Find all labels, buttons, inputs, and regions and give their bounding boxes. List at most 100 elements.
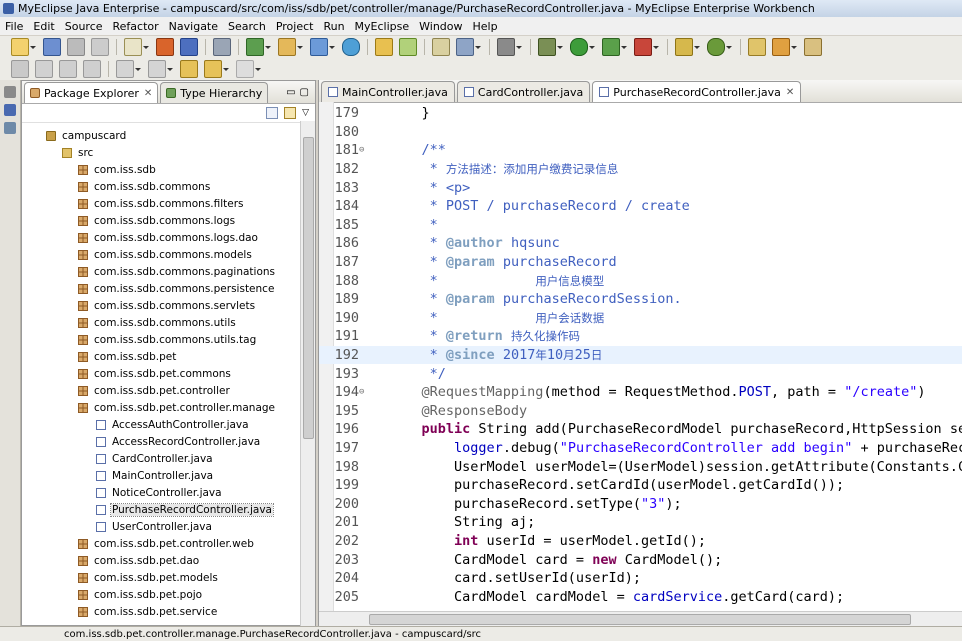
code-line[interactable]: 192 * @since 2017年10月25日 <box>319 345 962 365</box>
code-line[interactable]: 199 purchaseRecord.setCardId(userModel.g… <box>319 476 962 495</box>
web-wizard-icon[interactable] <box>246 38 264 56</box>
code-line[interactable]: 205 CardModel cardModel = cardService.ge… <box>319 588 962 607</box>
deploy-icon[interactable] <box>156 38 174 56</box>
code-line[interactable]: 179 } <box>319 104 962 123</box>
tree-file-item[interactable]: PurchaseRecordController.java <box>22 501 315 518</box>
tree-file-item[interactable]: AccessRecordController.java <box>22 433 315 450</box>
show-whitespace-icon[interactable] <box>59 60 77 78</box>
tree-item-package[interactable]: com.iss.sdb.pet.commons <box>22 365 315 382</box>
chevron-down-icon[interactable] <box>135 67 141 71</box>
debug-icon[interactable] <box>538 38 556 56</box>
code-line[interactable]: 204 card.setUserId(userId); <box>319 569 962 588</box>
new-wizard-icon[interactable] <box>11 38 29 56</box>
tree-item-package[interactable]: com.iss.sdb.commons.utils <box>22 314 315 331</box>
close-icon[interactable]: ✕ <box>144 88 152 99</box>
menu-help[interactable]: Help <box>468 20 503 33</box>
chevron-down-icon[interactable] <box>30 45 36 49</box>
menu-file[interactable]: File <box>0 20 28 33</box>
chevron-down-icon[interactable] <box>589 45 595 49</box>
chevron-down-icon[interactable] <box>255 67 261 71</box>
tree-item-package[interactable]: com.iss.sdb.pet.dao <box>22 552 315 569</box>
code-line[interactable]: 185 * <box>319 216 962 235</box>
menu-source[interactable]: Source <box>60 20 108 33</box>
menu-window[interactable]: Window <box>414 20 467 33</box>
tree-item-package[interactable]: com.iss.sdb.commons.persistence <box>22 280 315 297</box>
tree-item-package[interactable]: com.iss.sdb.commons.servlets <box>22 297 315 314</box>
outline-view-icon[interactable] <box>4 122 16 134</box>
code-line[interactable]: 201 String aj; <box>319 513 962 532</box>
tree-item-package[interactable]: com.iss.sdb.pet <box>22 348 315 365</box>
editor-tab[interactable]: PurchaseRecordController.java ✕ <box>592 81 802 102</box>
save-icon[interactable] <box>43 38 61 56</box>
restore-icon[interactable] <box>4 86 16 98</box>
bean-wizard-icon[interactable] <box>310 38 328 56</box>
code-line[interactable]: 196 public String add(PurchaseRecordMode… <box>319 420 962 439</box>
save-all-icon[interactable] <box>67 38 85 56</box>
scrollbar-thumb[interactable] <box>369 614 911 625</box>
tree-item-package[interactable]: com.iss.sdb.commons.paginations <box>22 263 315 280</box>
chevron-down-icon[interactable] <box>791 45 797 49</box>
edit-icon[interactable] <box>772 38 790 56</box>
code-line[interactable]: 189 * @param purchaseRecordSession. <box>319 290 962 309</box>
tree-item-package[interactable]: com.iss.sdb.commons.utils.tag <box>22 331 315 348</box>
chevron-down-icon[interactable] <box>621 45 627 49</box>
tree-item-folder[interactable]: src <box>22 144 315 161</box>
server-icon[interactable] <box>180 38 198 56</box>
tree-item-package[interactable]: com.iss.sdb.pet.controller <box>22 382 315 399</box>
code-line[interactable]: 186 * @author hqsunc <box>319 234 962 253</box>
code-line[interactable]: 188 * 用户信息模型 <box>319 271 962 290</box>
servers-view-icon[interactable] <box>4 104 16 116</box>
tree-item-package[interactable]: com.iss.sdb.commons.models <box>22 246 315 263</box>
tree-item-package[interactable]: com.iss.sdb.commons.logs.dao <box>22 229 315 246</box>
menu-refactor[interactable]: Refactor <box>108 20 164 33</box>
chevron-down-icon[interactable] <box>475 45 481 49</box>
tree-vertical-scrollbar[interactable] <box>300 121 315 627</box>
menu-edit[interactable]: Edit <box>28 20 59 33</box>
tree-item-package[interactable]: com.iss.sdb.pet.pojo <box>22 586 315 603</box>
back-icon[interactable] <box>204 60 222 78</box>
database-icon[interactable] <box>213 38 231 56</box>
code-line[interactable]: 200 purchaseRecord.setType("3"); <box>319 495 962 514</box>
code-line[interactable]: 180 <box>319 123 962 142</box>
tree-item-project[interactable]: campuscard <box>22 127 315 144</box>
menu-navigate[interactable]: Navigate <box>164 20 223 33</box>
chevron-down-icon[interactable] <box>557 45 563 49</box>
tree-item-package[interactable]: com.iss.sdb <box>22 161 315 178</box>
chevron-down-icon[interactable] <box>223 67 229 71</box>
menu-search[interactable]: Search <box>223 20 271 33</box>
minimize-icon[interactable]: ▭ <box>286 87 295 98</box>
toggle-mark-icon[interactable] <box>11 60 29 78</box>
toggle-block-icon[interactable] <box>35 60 53 78</box>
tree-item-package[interactable]: com.iss.sdb.commons <box>22 178 315 195</box>
package-wizard-icon[interactable] <box>278 38 296 56</box>
maximize-icon[interactable]: ▢ <box>300 87 309 98</box>
tree-item-package[interactable]: com.iss.sdb.pet.service <box>22 603 315 620</box>
tab-type-hierarchy[interactable]: Type Hierarchy <box>160 82 269 103</box>
previous-annotation-icon[interactable] <box>148 60 166 78</box>
last-edit-icon[interactable] <box>180 60 198 78</box>
code-line[interactable]: 202 int userId = userModel.getId(); <box>319 532 962 551</box>
code-line[interactable]: 181 ⊖ /** <box>319 141 962 160</box>
globe-icon[interactable] <box>342 38 360 56</box>
code-line[interactable]: 187 * @param purchaseRecord <box>319 253 962 272</box>
open-type-hierarchy-icon[interactable] <box>748 38 766 56</box>
show-source-icon[interactable] <box>83 60 101 78</box>
code-line[interactable]: 197 logger.debug("PurchaseRecordControll… <box>319 439 962 458</box>
next-annotation-icon[interactable] <box>116 60 134 78</box>
tree-item-package[interactable]: com.iss.sdb.pet.models <box>22 569 315 586</box>
tree-file-item[interactable]: MainController.java <box>22 467 315 484</box>
tree-file-item[interactable]: UserController.java <box>22 518 315 535</box>
stop-server-icon[interactable] <box>634 38 652 56</box>
tree-file-item[interactable]: NoticeController.java <box>22 484 315 501</box>
code-line[interactable]: 203 CardModel card = new CardModel(); <box>319 550 962 569</box>
menu-run[interactable]: Run <box>318 20 349 33</box>
fold-toggle-icon[interactable]: ⊖ <box>359 387 369 397</box>
chevron-down-icon[interactable] <box>265 45 271 49</box>
chevron-down-icon[interactable] <box>143 45 149 49</box>
code-line[interactable]: 198 UserModel userModel=(UserModel)sessi… <box>319 457 962 476</box>
run-icon[interactable] <box>570 38 588 56</box>
code-line[interactable]: 191 * @return 持久化操作码 <box>319 327 962 346</box>
new-package-icon[interactable] <box>707 38 725 56</box>
code-line[interactable]: 194 ⊖ @RequestMapping(method = RequestMet… <box>319 383 962 402</box>
chevron-down-icon[interactable] <box>726 45 732 49</box>
